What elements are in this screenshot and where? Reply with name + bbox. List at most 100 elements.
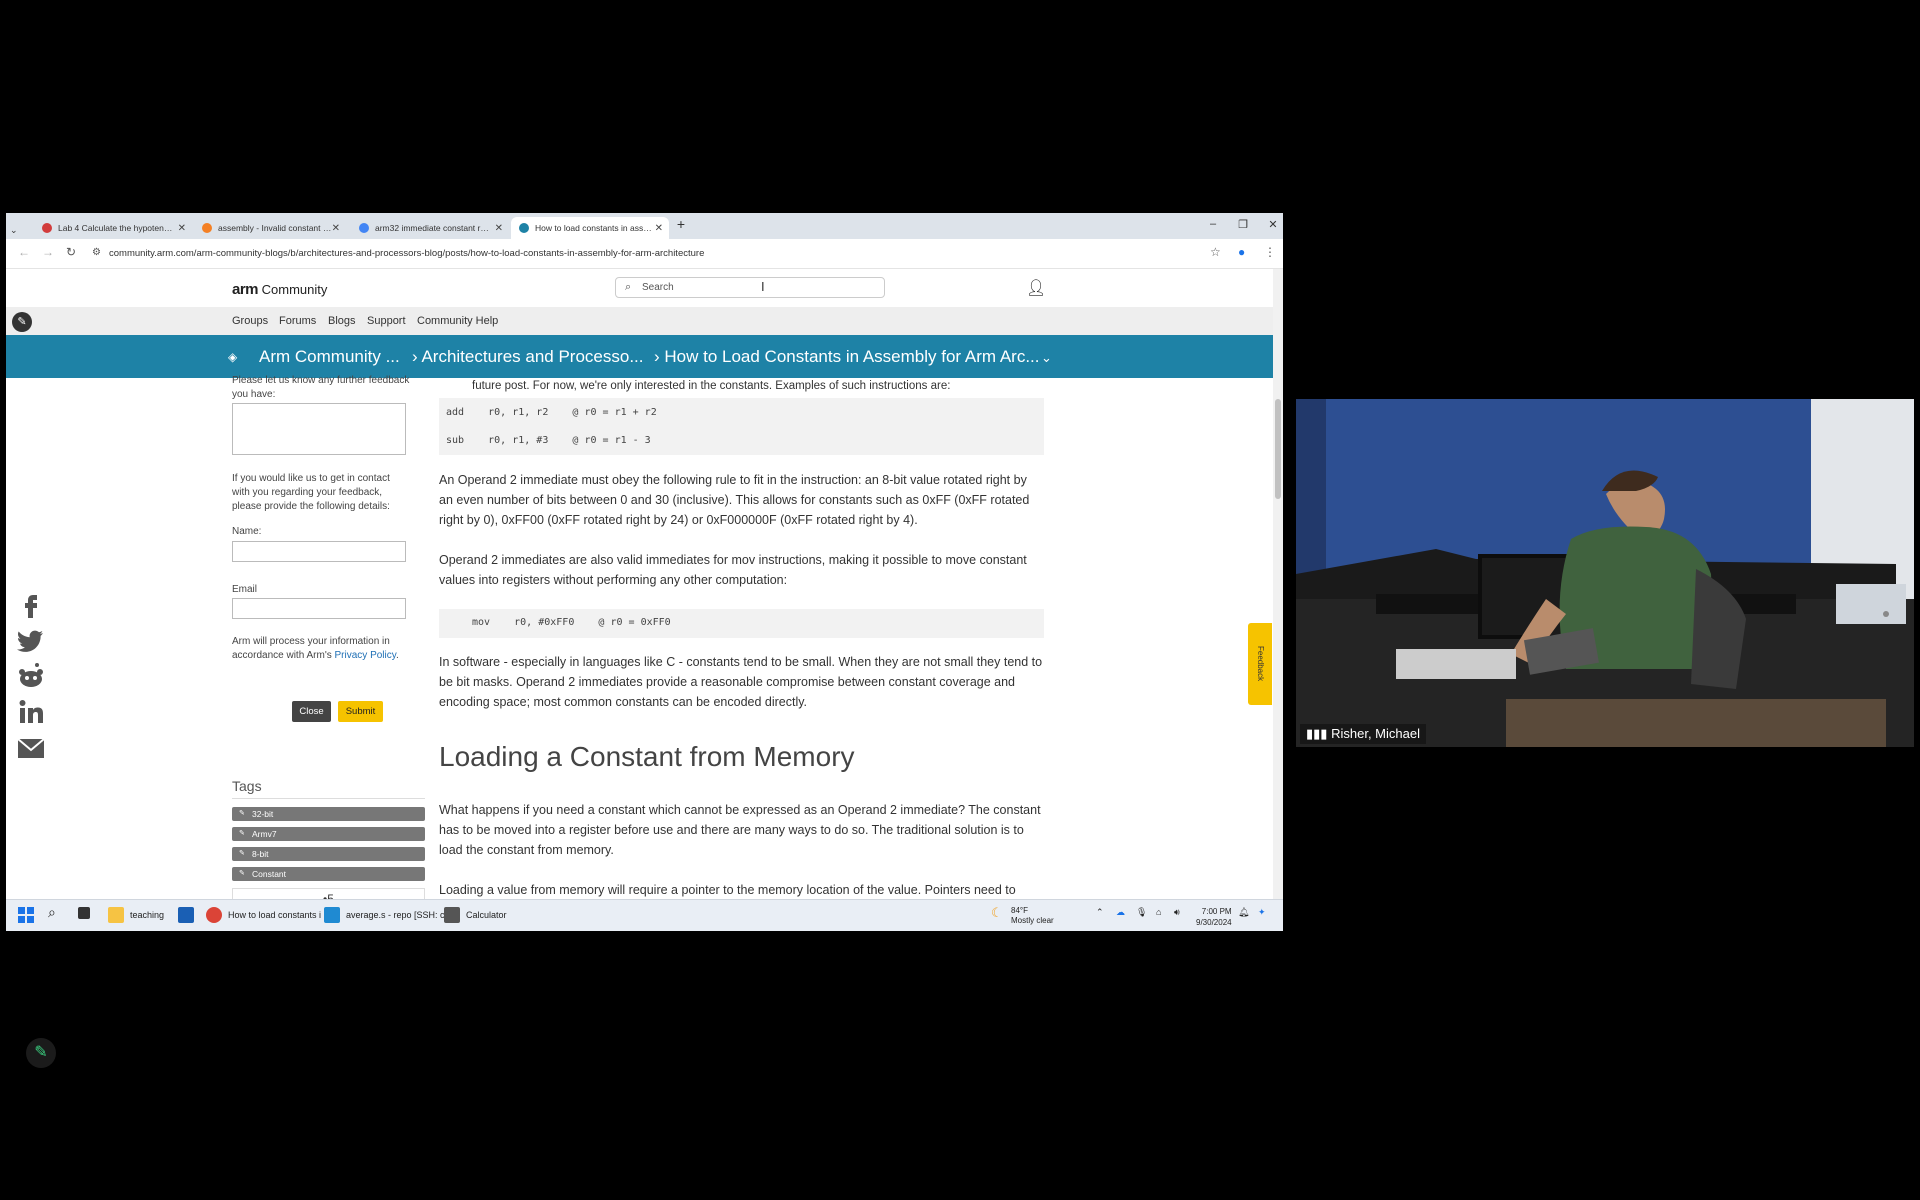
windows-taskbar: ⌕ teaching How to load constants i avera… xyxy=(6,899,1283,931)
scrollbar-thumb[interactable] xyxy=(1275,399,1281,499)
site-search-input[interactable]: ⌕ Search I xyxy=(615,277,885,298)
page-scrollbar[interactable] xyxy=(1273,269,1283,899)
address-bar[interactable]: community.arm.com/arm-community-blogs/b/… xyxy=(109,248,704,259)
privacy-policy-link[interactable]: Privacy Policy xyxy=(335,650,397,661)
tag-count: •5 xyxy=(232,888,425,899)
menu-icon[interactable]: ⋮ xyxy=(1264,245,1276,259)
code-line: sub r0, r1, #3 @ r0 = r1 - 3 xyxy=(446,435,651,446)
store-icon[interactable] xyxy=(178,907,200,923)
breadcrumb-item[interactable]: Arm Community ... xyxy=(259,347,400,367)
tab-stackoverflow[interactable]: assembly - Invalid constant afte ✕ xyxy=(194,217,346,239)
email-field[interactable] xyxy=(232,598,406,619)
search-icon: ⌕ xyxy=(625,281,632,293)
article-paragraph: What happens if you need a constant whic… xyxy=(439,803,1041,857)
taskbar-calculator[interactable]: Calculator xyxy=(444,907,507,923)
breadcrumb: ◈ Arm Community ... › Architectures and … xyxy=(6,335,1273,378)
edit-pencil-icon[interactable]: ✎ xyxy=(12,312,32,332)
article-paragraph: Loading a value from memory will require… xyxy=(439,883,1016,897)
nav-support[interactable]: Support xyxy=(367,315,406,327)
article-paragraph: future post. For now, we're only interes… xyxy=(472,380,951,392)
minimize-icon[interactable]: – xyxy=(1203,218,1223,230)
tab-favicon xyxy=(202,223,212,233)
name-label: Name: xyxy=(232,526,262,537)
taskbar-chrome[interactable]: How to load constants i xyxy=(206,907,321,923)
name-field[interactable] xyxy=(232,541,406,562)
vscode-icon xyxy=(324,907,340,923)
tab-favicon xyxy=(359,223,369,233)
nav-forums[interactable]: Forums xyxy=(279,315,316,327)
volume-icon[interactable]: 🔊︎ xyxy=(1174,907,1180,918)
tag-item[interactable]: ✎ Constant xyxy=(232,867,425,881)
tab-close-icon[interactable]: ✕ xyxy=(655,223,663,234)
feedback-textarea[interactable] xyxy=(232,403,406,455)
facebook-icon[interactable] xyxy=(16,589,46,619)
close-window-icon[interactable]: ✕ xyxy=(1263,218,1283,231)
home-layers-icon[interactable]: ◈ xyxy=(228,350,237,364)
restore-icon[interactable]: ❐ xyxy=(1233,218,1253,231)
feedback-tab[interactable]: Feedback xyxy=(1248,623,1272,705)
user-icon[interactable]: 👤︎ xyxy=(1026,278,1046,298)
copilot-icon[interactable]: ✦ xyxy=(1258,907,1266,918)
tab-search-chevron-icon[interactable]: ⌄ xyxy=(10,219,24,241)
section-heading: Loading a Constant from Memory xyxy=(439,741,855,772)
tab-google-search[interactable]: arm32 immediate constant rang ✕ xyxy=(351,217,509,239)
breadcrumb-item[interactable]: › How to Load Constants in Assembly for … xyxy=(654,347,1040,367)
clock[interactable]: 7:00 PM 9/30/2024 xyxy=(1196,906,1232,928)
tab-lab4[interactable]: Lab 4 Calculate the hypotenuse ✕ xyxy=(34,217,192,239)
taskbar-explorer[interactable]: teaching xyxy=(108,907,164,923)
chevron-down-icon[interactable]: ⌄ xyxy=(1041,350,1052,366)
tab-close-icon[interactable]: ✕ xyxy=(495,223,503,234)
tray-chevron-icon[interactable]: ⌃ xyxy=(1096,907,1104,918)
calculator-icon xyxy=(444,907,460,923)
browser-toolbar: ← → ↻ ⚙ community.arm.com/arm-community-… xyxy=(6,239,1283,269)
close-button[interactable]: Close xyxy=(292,701,331,722)
video-tile: ▮▮▮ Risher, Michael xyxy=(1296,399,1914,747)
site-info-icon[interactable]: ⚙ xyxy=(92,247,101,258)
reload-icon[interactable]: ↻ xyxy=(66,245,76,259)
arm-community-logo[interactable]: arm Community xyxy=(232,281,327,298)
privacy-note: Arm will process your information in acc… xyxy=(232,636,399,661)
taskbar-vscode[interactable]: average.s - repo [SSH: c xyxy=(324,907,445,923)
signal-bars-icon: ▮▮▮ xyxy=(1306,726,1328,741)
tab-favicon xyxy=(519,223,529,233)
participant-name: ▮▮▮ Risher, Michael xyxy=(1300,724,1426,744)
clock-time: 7:00 PM xyxy=(1201,907,1232,916)
tag-item[interactable]: ✎ 32-bit xyxy=(232,807,425,821)
email-share-icon[interactable] xyxy=(16,733,46,763)
twitter-icon[interactable] xyxy=(16,625,46,655)
start-icon[interactable] xyxy=(18,907,34,923)
weather-widget[interactable]: ☾ 84°F Mostly clear xyxy=(991,906,1054,926)
profile-icon[interactable]: ● xyxy=(1238,245,1245,259)
web-page: arm Community ⌕ Search I 👤︎ ✎ Groups For… xyxy=(6,269,1273,899)
mic-icon[interactable]: 🎙︎ xyxy=(1136,907,1147,918)
tab-arm-blog[interactable]: How to load constants in assem ✕ xyxy=(511,217,669,239)
moon-icon: ☾ xyxy=(991,905,1003,920)
annotate-pen-button[interactable]: ✎ xyxy=(26,1038,56,1068)
reddit-icon[interactable] xyxy=(16,661,46,691)
tab-close-icon[interactable]: ✕ xyxy=(178,223,186,234)
notification-bell-icon[interactable]: 🔔︎ xyxy=(1238,907,1249,918)
back-icon[interactable]: ← xyxy=(18,245,30,259)
linkedin-icon[interactable] xyxy=(16,697,46,727)
bookmark-star-icon[interactable]: ☆ xyxy=(1210,245,1221,259)
nav-community-help[interactable]: Community Help xyxy=(417,315,498,327)
nav-blogs[interactable]: Blogs xyxy=(328,315,356,327)
tag-item[interactable]: ✎ Armv7 xyxy=(232,827,425,841)
tab-title: Lab 4 Calculate the hypotenuse xyxy=(58,223,176,233)
task-view-icon[interactable] xyxy=(78,907,96,919)
onedrive-icon[interactable]: ☁ xyxy=(1116,907,1125,918)
contact-note: If you would like us to get in contact w… xyxy=(232,473,390,512)
tag-item[interactable]: ✎ 8-bit xyxy=(232,847,425,861)
tag-icon: ✎ xyxy=(239,830,245,837)
site-nav: ✎ Groups Forums Blogs Support Community … xyxy=(6,307,1273,335)
breadcrumb-item[interactable]: › Architectures and Processo... xyxy=(412,347,644,367)
browser-tab-strip: ⌄ Lab 4 Calculate the hypotenuse ✕ assem… xyxy=(6,213,1283,239)
tab-close-icon[interactable]: ✕ xyxy=(332,223,340,234)
forward-icon[interactable]: → xyxy=(42,245,54,259)
tags-heading: Tags xyxy=(232,778,425,799)
new-tab-icon[interactable]: + xyxy=(671,216,691,232)
submit-button[interactable]: Submit xyxy=(338,701,383,722)
nav-groups[interactable]: Groups xyxy=(232,315,268,327)
search-icon[interactable]: ⌕ xyxy=(48,904,56,921)
network-icon[interactable]: ⌂ xyxy=(1156,907,1161,917)
